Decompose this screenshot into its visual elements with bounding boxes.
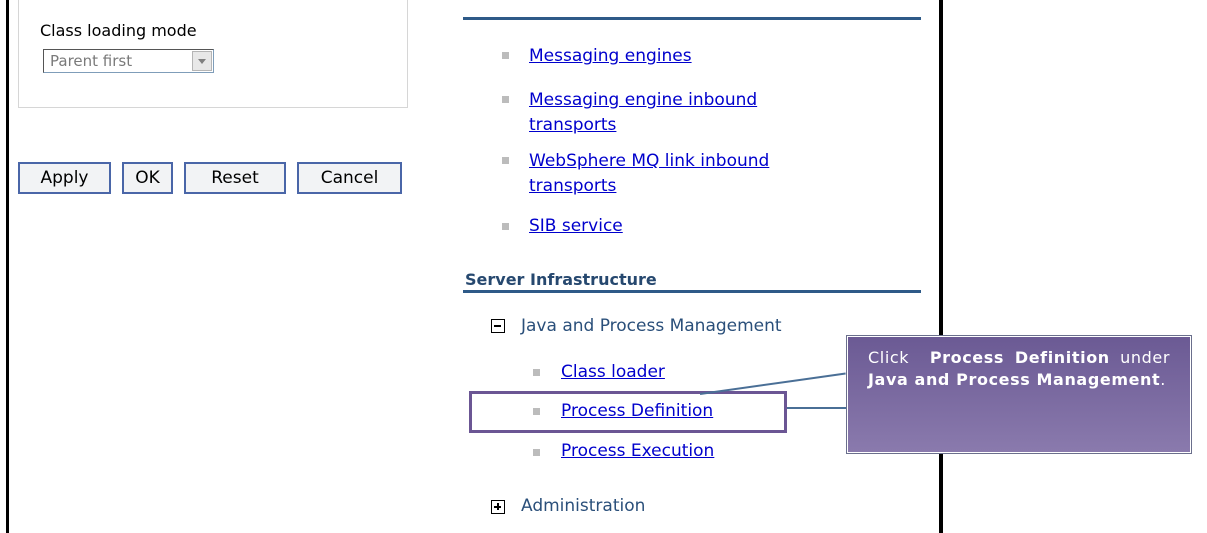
class-loading-mode-label: Class loading mode bbox=[40, 21, 197, 40]
highlight-process-definition bbox=[469, 391, 787, 433]
bullet-icon bbox=[502, 157, 509, 164]
bullet-icon bbox=[533, 369, 540, 376]
tree-node-administration[interactable]: Administration bbox=[521, 496, 645, 516]
section-divider-server-infrastructure bbox=[463, 290, 921, 293]
class-loading-mode-value: Parent first bbox=[50, 52, 133, 70]
link-websphere-mq-inbound[interactable]: WebSphere MQ link inbound bbox=[529, 147, 769, 175]
instruction-text: Click Process Definition under Java and … bbox=[868, 348, 1170, 389]
bullet-icon bbox=[533, 449, 540, 456]
instruction-callout: Click Process Definition under Java and … bbox=[847, 336, 1191, 453]
apply-button[interactable]: Apply bbox=[18, 162, 111, 194]
section-divider-messaging bbox=[463, 17, 921, 20]
ok-button[interactable]: OK bbox=[122, 162, 173, 194]
link-class-loader[interactable]: Class loader bbox=[561, 358, 665, 386]
link-messaging-engines[interactable]: Messaging engines bbox=[529, 42, 692, 70]
link-messaging-engine-inbound[interactable]: Messaging engine inbound bbox=[529, 86, 757, 114]
collapse-icon[interactable] bbox=[491, 319, 505, 333]
tree-node-java-process-management[interactable]: Java and Process Management bbox=[521, 316, 782, 336]
link-messaging-engine-inbound-cont[interactable]: transports bbox=[529, 111, 616, 139]
cancel-button[interactable]: Cancel bbox=[297, 162, 402, 194]
bullet-icon bbox=[502, 96, 509, 103]
expand-icon[interactable] bbox=[491, 500, 505, 514]
reset-button[interactable]: Reset bbox=[184, 162, 286, 194]
class-loading-mode-select[interactable]: Parent first bbox=[43, 49, 214, 73]
link-process-execution[interactable]: Process Execution bbox=[561, 437, 714, 465]
bullet-icon bbox=[502, 52, 509, 59]
link-websphere-mq-inbound-cont[interactable]: transports bbox=[529, 172, 616, 200]
link-sib-service[interactable]: SIB service bbox=[529, 212, 623, 240]
chevron-down-icon[interactable] bbox=[192, 51, 212, 71]
callout-pointer-line bbox=[787, 407, 847, 409]
frame-border-right bbox=[939, 0, 943, 533]
section-title-server-infrastructure: Server Infrastructure bbox=[465, 270, 657, 289]
frame-border-left bbox=[6, 0, 9, 533]
bullet-icon bbox=[502, 223, 509, 230]
